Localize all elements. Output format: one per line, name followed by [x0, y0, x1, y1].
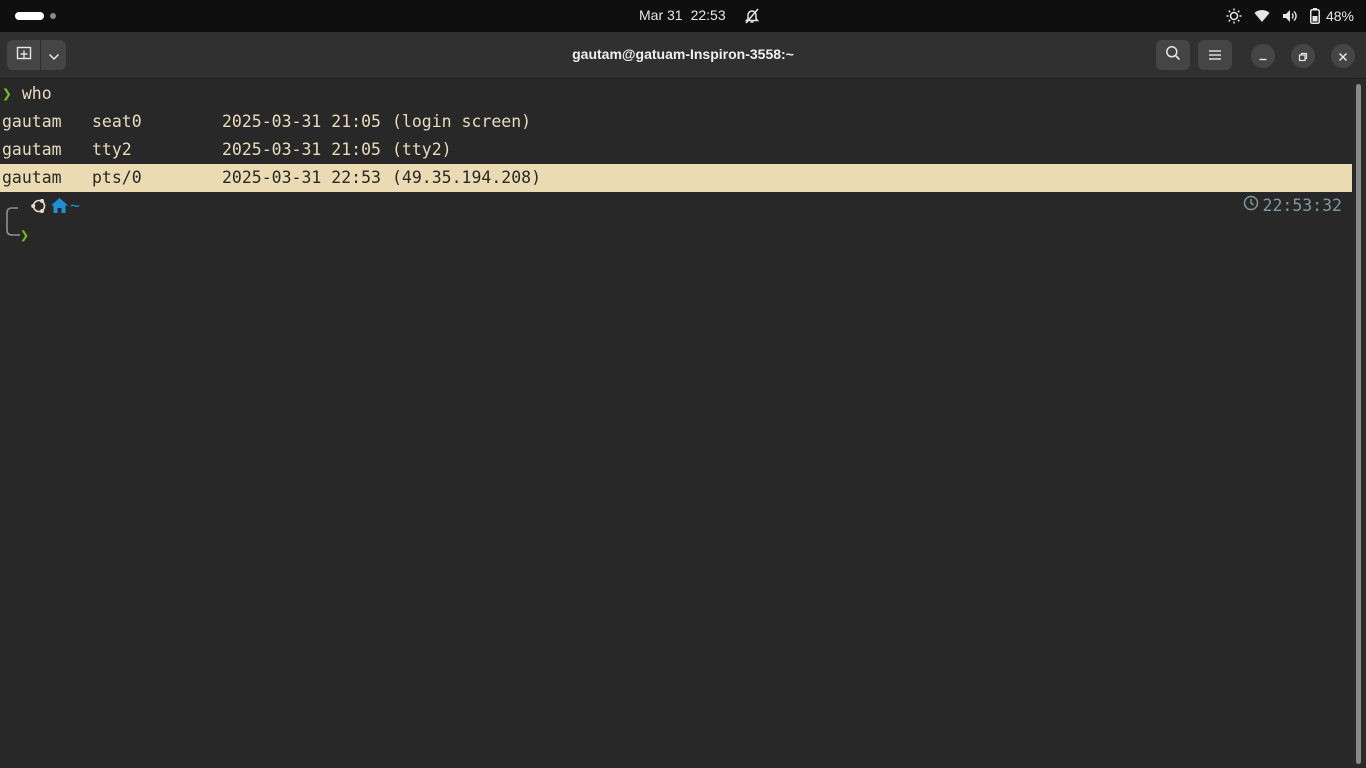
tty-cell: pts/0 [92, 168, 142, 187]
host-cell: (tty2) [392, 140, 452, 159]
prompt-time: 22:53:32 [1243, 195, 1342, 215]
restore-button[interactable] [1291, 44, 1315, 68]
who-row: gautam tty2 2025-03-31 21:05 (tty2) [2, 136, 1342, 164]
host-cell: (49.35.194.208) [392, 168, 542, 187]
host-cell: (login screen) [392, 112, 532, 131]
selected-row-highlight: gautam pts/0 2025-03-31 22:53 (49.35.194… [0, 164, 1352, 192]
datetime-cell: 2025-03-31 21:05 [222, 140, 381, 159]
tty-cell: tty2 [92, 140, 132, 159]
date-label: Mar 31 [639, 7, 683, 23]
user-cell: gautam [2, 112, 62, 131]
bell-muted-icon [744, 8, 760, 24]
date-time-menu[interactable]: Mar 31 22:53 [639, 7, 726, 23]
prompt-arrow: ❯ [2, 84, 12, 103]
minimize-icon [1258, 47, 1268, 66]
battery-percentage: 48% [1325, 8, 1354, 24]
workspace-indicator-inactive[interactable] [50, 13, 56, 19]
ubuntu-logo-icon [30, 197, 48, 219]
clock-icon [1243, 195, 1263, 215]
tty-cell: seat0 [92, 112, 142, 131]
main-menu-button[interactable] [1198, 40, 1232, 70]
workspace-indicator-active[interactable] [15, 12, 44, 20]
system-top-bar: Mar 31 22:53 48% [0, 0, 1366, 32]
terminal-header-bar: gautam@gatuam-Inspiron-3558:~ [0, 32, 1366, 79]
command-text: who [21, 84, 52, 103]
user-cell: gautam [2, 168, 62, 187]
datetime-cell: 2025-03-31 22:53 [222, 168, 381, 187]
close-button[interactable] [1331, 44, 1355, 68]
battery-icon [1309, 8, 1320, 24]
brightness-icon [1226, 8, 1242, 24]
terminal-output[interactable]: ❯ who gautam seat0 2025-03-31 21:05 (log… [0, 79, 1352, 768]
wifi-icon [1254, 9, 1270, 23]
volume-icon [1282, 8, 1298, 24]
cwd-label: ~ [70, 196, 80, 215]
datetime-cell: 2025-03-31 21:05 [222, 112, 381, 131]
system-tray[interactable]: 48% [1214, 0, 1354, 32]
prompt-time-value: 22:53:32 [1262, 195, 1342, 215]
minimize-button[interactable] [1251, 44, 1275, 68]
scrollbar[interactable] [1356, 84, 1361, 764]
user-cell: gautam [2, 140, 62, 159]
restore-icon [1298, 47, 1308, 66]
close-icon [1338, 47, 1348, 66]
command-line: ❯ who [2, 80, 52, 108]
input-prompt-arrow: ❯ [20, 226, 30, 244]
home-icon [50, 197, 69, 218]
who-row: gautam pts/0 2025-03-31 22:53 (49.35.194… [2, 164, 1342, 192]
hamburger-menu-icon [1208, 46, 1222, 65]
search-icon [1165, 45, 1181, 65]
who-row: gautam seat0 2025-03-31 21:05 (login scr… [2, 108, 1342, 136]
search-button[interactable] [1156, 40, 1190, 70]
time-label: 22:53 [690, 7, 726, 23]
